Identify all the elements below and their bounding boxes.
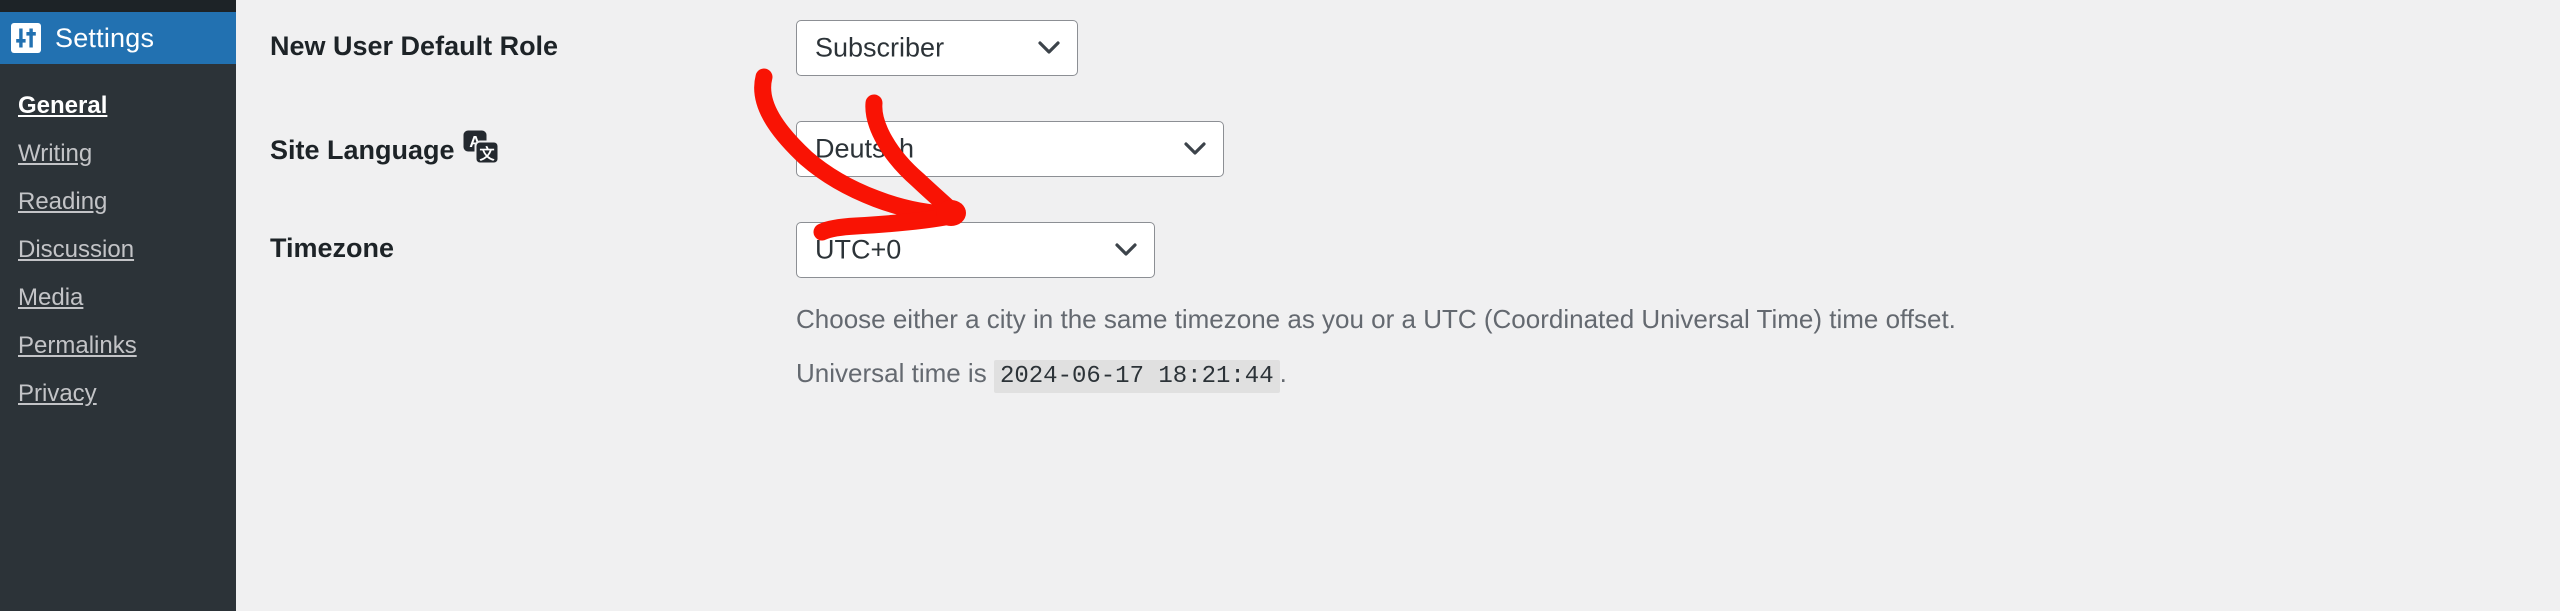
settings-general-form: New User Default Role Subscriber Site La…	[236, 0, 2560, 611]
chevron-down-icon	[1115, 243, 1137, 257]
label-cell-site-language: Site Language A 文	[236, 101, 796, 202]
sidebar-item-privacy[interactable]: Privacy	[0, 370, 236, 418]
chevron-down-icon	[1184, 142, 1206, 156]
sidebar-item-writing[interactable]: Writing	[0, 130, 236, 178]
field-cell-site-language: Deutsch	[796, 101, 2560, 202]
settings-form-table: New User Default Role Subscriber Site La…	[236, 0, 2560, 414]
universal-time-value: 2024-06-17 18:21:44	[993, 359, 1280, 393]
row-site-language: Site Language A 文 Deutsch	[236, 101, 2560, 202]
field-cell-new-user-default-role: Subscriber	[796, 0, 2560, 101]
translation-icon: A 文	[463, 130, 500, 169]
universal-time-line: Universal time is 2024-06-17 18:21:44.	[796, 355, 2550, 395]
timezone-description: Choose either a city in the same timezon…	[796, 304, 1956, 334]
sidebar-item-discussion[interactable]: Discussion	[0, 226, 236, 274]
site-language-select[interactable]: Deutsch	[796, 121, 1224, 177]
settings-sliders-icon	[11, 23, 41, 53]
timezone-value: UTC+0	[815, 234, 902, 265]
timezone-select[interactable]: UTC+0	[796, 222, 1155, 278]
sidebar-menu-header-label: Settings	[55, 22, 155, 53]
row-timezone: Timezone UTC+0 Choose either a city in t…	[236, 202, 2560, 414]
row-new-user-default-role: New User Default Role Subscriber	[236, 0, 2560, 101]
new-user-default-role-select[interactable]: Subscriber	[796, 20, 1078, 76]
field-cell-timezone: UTC+0 Choose either a city in the same t…	[796, 202, 2560, 414]
sidebar-top-strip	[0, 0, 236, 12]
label-cell-new-user-default-role: New User Default Role	[236, 0, 796, 101]
label-cell-timezone: Timezone	[236, 202, 796, 414]
sidebar-item-permalinks[interactable]: Permalinks	[0, 322, 236, 370]
label-new-user-default-role: New User Default Role	[270, 31, 559, 61]
universal-time-prefix: Universal time is	[796, 357, 987, 388]
site-language-value: Deutsch	[815, 133, 915, 164]
new-user-default-role-value: Subscriber	[815, 32, 945, 63]
wordpress-admin-screen: Settings General Writing Reading Discuss…	[0, 0, 2560, 611]
sidebar-item-general[interactable]: General	[0, 82, 236, 130]
label-site-language: Site Language	[270, 135, 455, 165]
chevron-down-icon	[1038, 41, 1060, 55]
sidebar-item-reading[interactable]: Reading	[0, 178, 236, 226]
svg-text:文: 文	[479, 145, 495, 163]
sidebar-item-media[interactable]: Media	[0, 274, 236, 322]
sidebar-submenu: General Writing Reading Discussion Media…	[0, 64, 236, 418]
admin-sidebar: Settings General Writing Reading Discuss…	[0, 0, 236, 611]
sidebar-menu-header-settings[interactable]: Settings	[0, 12, 236, 64]
universal-time-suffix: .	[1279, 357, 1287, 388]
label-timezone: Timezone	[270, 233, 395, 263]
